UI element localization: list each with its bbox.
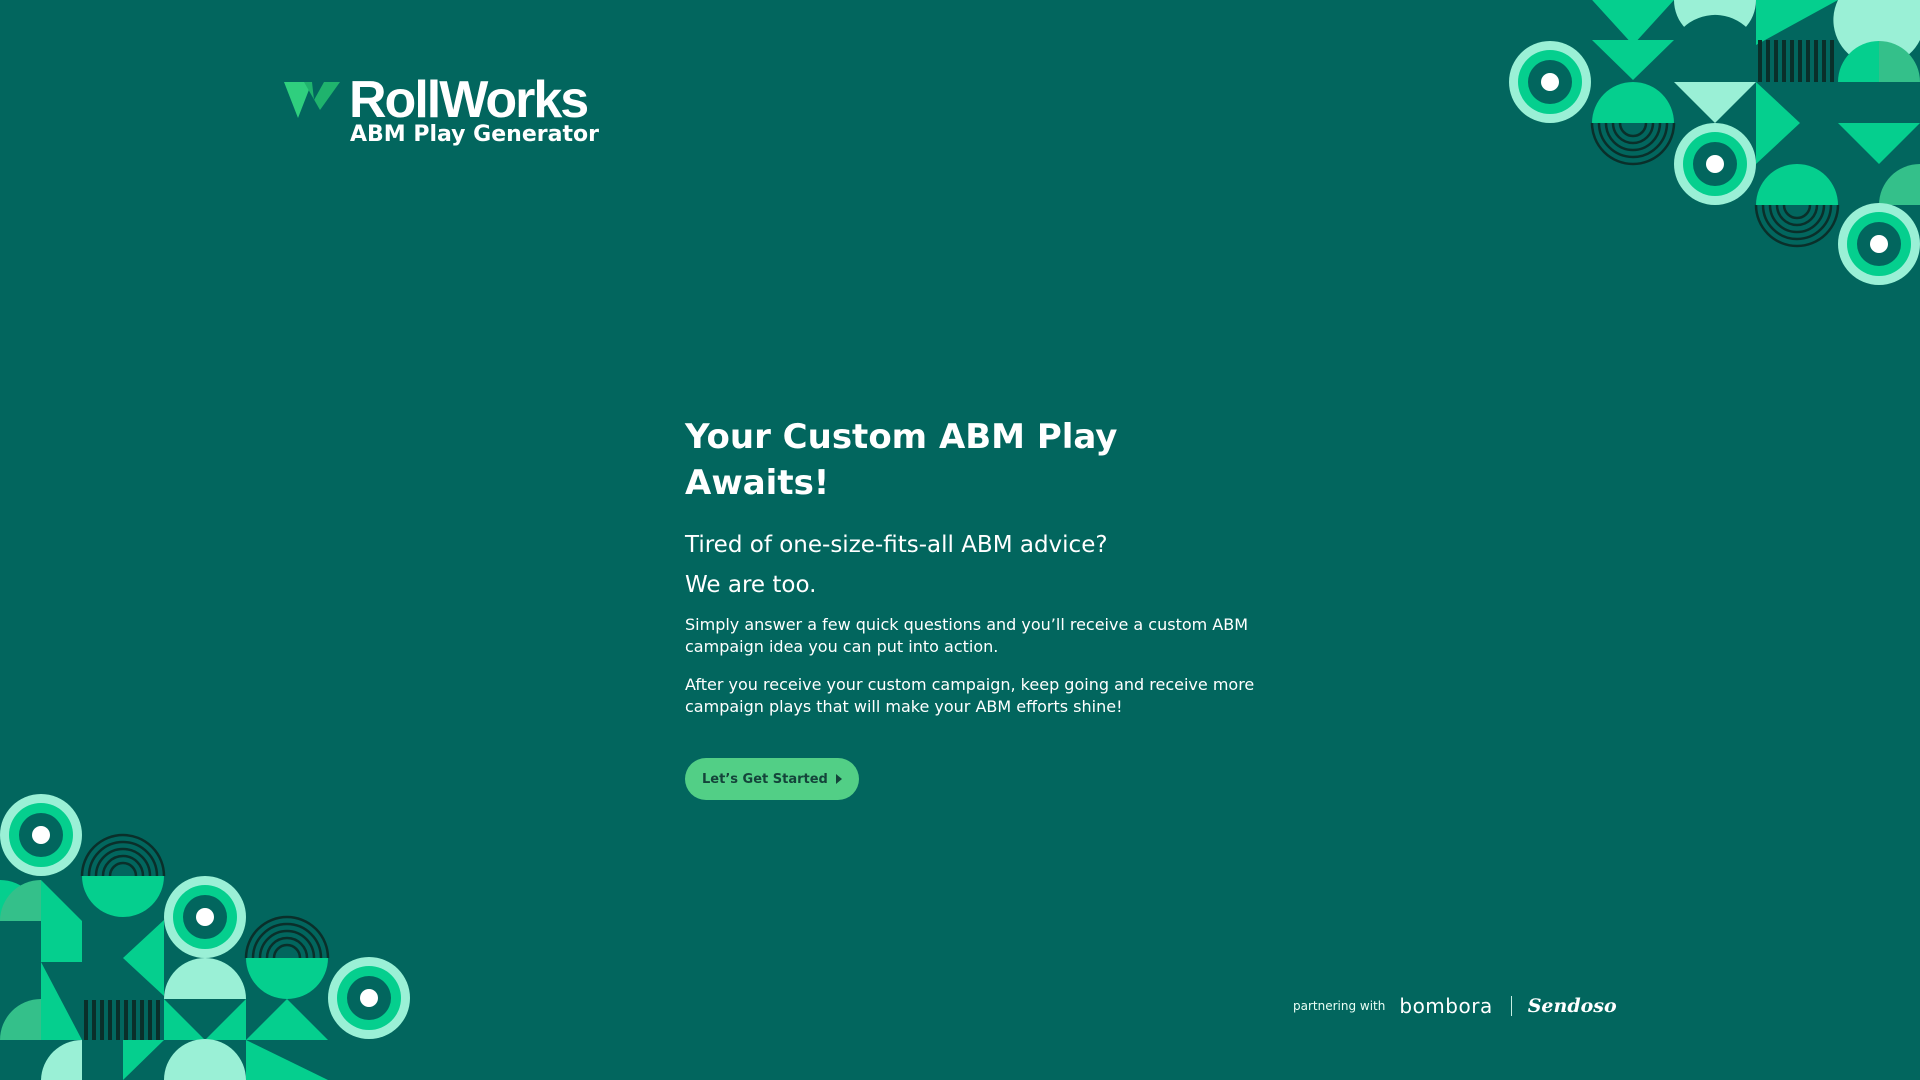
hero-lead-question: Tired of one-size-fits-all ABM advice? (685, 532, 1108, 558)
brand-name: RollWorks (349, 71, 589, 129)
hero-lead-answer: We are too. (685, 572, 817, 598)
bombora-logo[interactable]: bombora (1399, 994, 1492, 1018)
caret-right-icon (835, 774, 842, 784)
rollworks-logo-icon (284, 82, 340, 118)
hero-description: Simply answer a few quick questions and … (685, 615, 1249, 656)
page-title: Your Custom ABM Play Awaits! (685, 417, 1118, 503)
decorative-pattern-bottom-left (0, 794, 410, 1080)
product-name: ABM Play Generator (350, 122, 599, 147)
hero-description-more: After you receive your custom campaign, … (685, 675, 1255, 716)
hero-section: Your Custom ABM Play Awaits! Tired of on… (685, 414, 1265, 800)
partners-strip: partnering with bombora Sendoso (1293, 990, 1617, 1022)
sendoso-logo[interactable]: Sendoso (1528, 995, 1617, 1017)
partners-divider (1510, 996, 1512, 1016)
get-started-label: Let’s Get Started (702, 771, 828, 787)
get-started-button[interactable]: Let’s Get Started (685, 758, 859, 800)
partners-prefix: partnering with (1293, 999, 1386, 1013)
decorative-pattern-top-right (1509, 0, 1920, 285)
